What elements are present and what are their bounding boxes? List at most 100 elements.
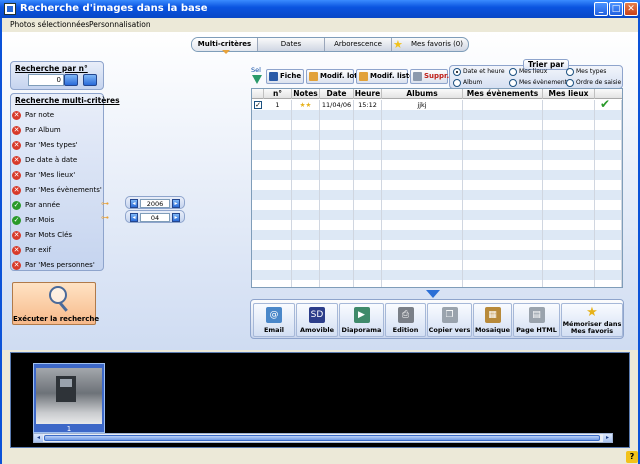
thumbnail-number: 1 bbox=[66, 425, 72, 433]
tab-arborescence[interactable]: Arborescence bbox=[325, 38, 392, 51]
help-icon[interactable]: ? bbox=[626, 451, 638, 463]
table-row[interactable] bbox=[252, 160, 622, 170]
scroll-right-button[interactable]: ▸ bbox=[603, 434, 612, 442]
table-row[interactable] bbox=[252, 150, 622, 160]
table-cell bbox=[264, 260, 292, 270]
diaporama-button[interactable]: ▶ Diaporama bbox=[339, 303, 384, 337]
table-cell bbox=[382, 110, 463, 120]
table-row[interactable] bbox=[252, 210, 622, 220]
table-row[interactable] bbox=[252, 260, 622, 270]
suppr-button[interactable]: Suppr. bbox=[410, 69, 449, 84]
table-row[interactable] bbox=[252, 230, 622, 240]
tab-dates[interactable]: Dates bbox=[258, 38, 325, 51]
disabled-x-icon: ✕ bbox=[12, 231, 21, 240]
fiche-button[interactable]: Fiche bbox=[266, 69, 304, 84]
criterion-par-annee[interactable]: ✓ Par année bbox=[12, 200, 102, 212]
table-cell bbox=[463, 110, 543, 120]
month-increment-button[interactable]: ▸ bbox=[172, 213, 180, 222]
table-row[interactable] bbox=[252, 280, 622, 287]
sort-mes-lieux-radio[interactable]: Mes lieux bbox=[509, 68, 547, 77]
criterion-par-note[interactable]: ✕ Par note bbox=[12, 110, 102, 122]
table-row[interactable] bbox=[252, 170, 622, 180]
criterion-par-exif[interactable]: ✕ Par exif bbox=[12, 245, 102, 257]
table-cell bbox=[543, 250, 595, 260]
amovible-button[interactable]: SD Amovible bbox=[296, 303, 338, 337]
sort-mes-types-radio[interactable]: Mes types bbox=[566, 68, 606, 77]
close-button[interactable]: ✕ bbox=[624, 2, 638, 16]
number-search-button[interactable] bbox=[64, 74, 78, 86]
table-row[interactable] bbox=[252, 250, 622, 260]
menu-personnalisation[interactable]: Personnalisation bbox=[89, 20, 151, 29]
table-cell bbox=[292, 190, 320, 200]
table-row[interactable] bbox=[252, 180, 622, 190]
table-row[interactable] bbox=[252, 190, 622, 200]
scrollbar-thumb[interactable] bbox=[44, 435, 600, 441]
column-header-notes[interactable]: Notes bbox=[292, 89, 320, 99]
horizontal-scrollbar[interactable]: ◂ ▸ bbox=[33, 433, 613, 443]
sort-ordre-saisie-radio[interactable]: Ordre de saisie bbox=[566, 79, 621, 88]
photo-number-input[interactable]: 0 bbox=[28, 74, 64, 86]
column-header-heure[interactable]: Heure bbox=[354, 89, 382, 99]
criterion-par-mes-personnes[interactable]: ✕ Par 'Mes personnes' bbox=[12, 260, 102, 272]
row-checkbox[interactable]: ✓ bbox=[254, 101, 262, 109]
email-button[interactable]: @ Email bbox=[253, 303, 295, 337]
criterion-par-mes-types[interactable]: ✕ Par 'Mes types' bbox=[12, 140, 102, 152]
month-decrement-button[interactable]: ◂ bbox=[130, 213, 138, 222]
column-header-date[interactable]: Date bbox=[320, 89, 354, 99]
table-row[interactable] bbox=[252, 200, 622, 210]
sort-mes-evenements-radio[interactable]: Mes évènements bbox=[509, 79, 570, 88]
table-cell bbox=[382, 200, 463, 210]
modif-lot-button[interactable]: Modif. lot bbox=[306, 69, 358, 84]
table-cell bbox=[320, 210, 354, 220]
table-cell bbox=[463, 120, 543, 130]
table-row[interactable] bbox=[252, 130, 622, 140]
copier-vers-button[interactable]: ❐ Copier vers bbox=[427, 303, 472, 337]
year-decrement-button[interactable]: ◂ bbox=[130, 199, 138, 208]
minimize-button[interactable]: _ bbox=[594, 2, 608, 16]
tab-multi-criteres[interactable]: Multi-critères bbox=[192, 38, 258, 54]
table-cell bbox=[354, 160, 382, 170]
view-photo-button[interactable] bbox=[83, 74, 97, 86]
column-header-mes-evenements[interactable]: Mes évènements bbox=[463, 89, 543, 99]
criterion-par-mots-cles[interactable]: ✕ Par Mots Clés bbox=[12, 230, 102, 242]
table-row[interactable] bbox=[252, 110, 622, 120]
criterion-par-mes-lieux[interactable]: ✕ Par 'Mes lieux' bbox=[12, 170, 102, 182]
table-row[interactable] bbox=[252, 120, 622, 130]
fiche-label: Fiche bbox=[280, 72, 302, 80]
modif-liste-button[interactable]: Modif. liste bbox=[356, 69, 414, 84]
year-value[interactable]: 2006 bbox=[140, 199, 170, 208]
mémoriser-dans-mes-favoris-button[interactable]: ★ Mémoriser dans Mes favoris bbox=[561, 303, 623, 337]
scroll-left-button[interactable]: ◂ bbox=[34, 434, 43, 442]
table-cell bbox=[354, 220, 382, 230]
column-header-number[interactable]: n° bbox=[264, 89, 292, 99]
table-cell bbox=[382, 130, 463, 140]
search-mode-tabs: Multi-critères Dates Arborescence Mes fa… bbox=[191, 37, 469, 54]
table-row[interactable] bbox=[252, 270, 622, 280]
year-increment-button[interactable]: ▸ bbox=[172, 199, 180, 208]
table-row[interactable] bbox=[252, 140, 622, 150]
table-cell bbox=[264, 120, 292, 130]
table-cell bbox=[320, 220, 354, 230]
results-table[interactable]: n° Notes Date Heure Albums Mes évènement… bbox=[251, 88, 623, 288]
sort-date-heure-radio[interactable]: Date et heure bbox=[453, 68, 505, 77]
sort-album-radio[interactable]: Album bbox=[453, 79, 482, 88]
table-row[interactable] bbox=[252, 220, 622, 230]
criterion-par-mes-evenements[interactable]: ✕ Par 'Mes évènements' bbox=[12, 185, 102, 197]
edition-button[interactable]: ⎙ Edition bbox=[385, 303, 426, 337]
page-html-button[interactable]: ▤ Page HTML bbox=[513, 303, 560, 337]
column-header-mes-lieux[interactable]: Mes lieux bbox=[543, 89, 595, 99]
column-header-albums[interactable]: Albums bbox=[382, 89, 463, 99]
select-all-toggle[interactable]: Sel bbox=[251, 66, 263, 88]
html-page-icon: ▤ bbox=[528, 307, 545, 323]
favorite-star-icon: ★ bbox=[586, 305, 598, 320]
criterion-de-date-a-date[interactable]: ✕ De date à date bbox=[12, 155, 102, 167]
maximize-button[interactable]: □ bbox=[609, 2, 623, 16]
criterion-par-mois[interactable]: ✓ Par Mois bbox=[12, 215, 102, 227]
table-row[interactable] bbox=[252, 240, 622, 250]
month-value[interactable]: 04 bbox=[140, 213, 170, 222]
execute-search-button[interactable]: Exécuter la recherche bbox=[12, 282, 99, 325]
menu-photos-selectionnees[interactable]: Photos sélectionnées bbox=[10, 20, 89, 29]
criterion-par-album[interactable]: ✕ Par Album bbox=[12, 125, 102, 137]
mosaique-button[interactable]: ▦ Mosaique bbox=[473, 303, 512, 337]
table-row[interactable]: ✓ 1 ★★ 11/04/06 15:12 jjkj bbox=[252, 100, 622, 110]
